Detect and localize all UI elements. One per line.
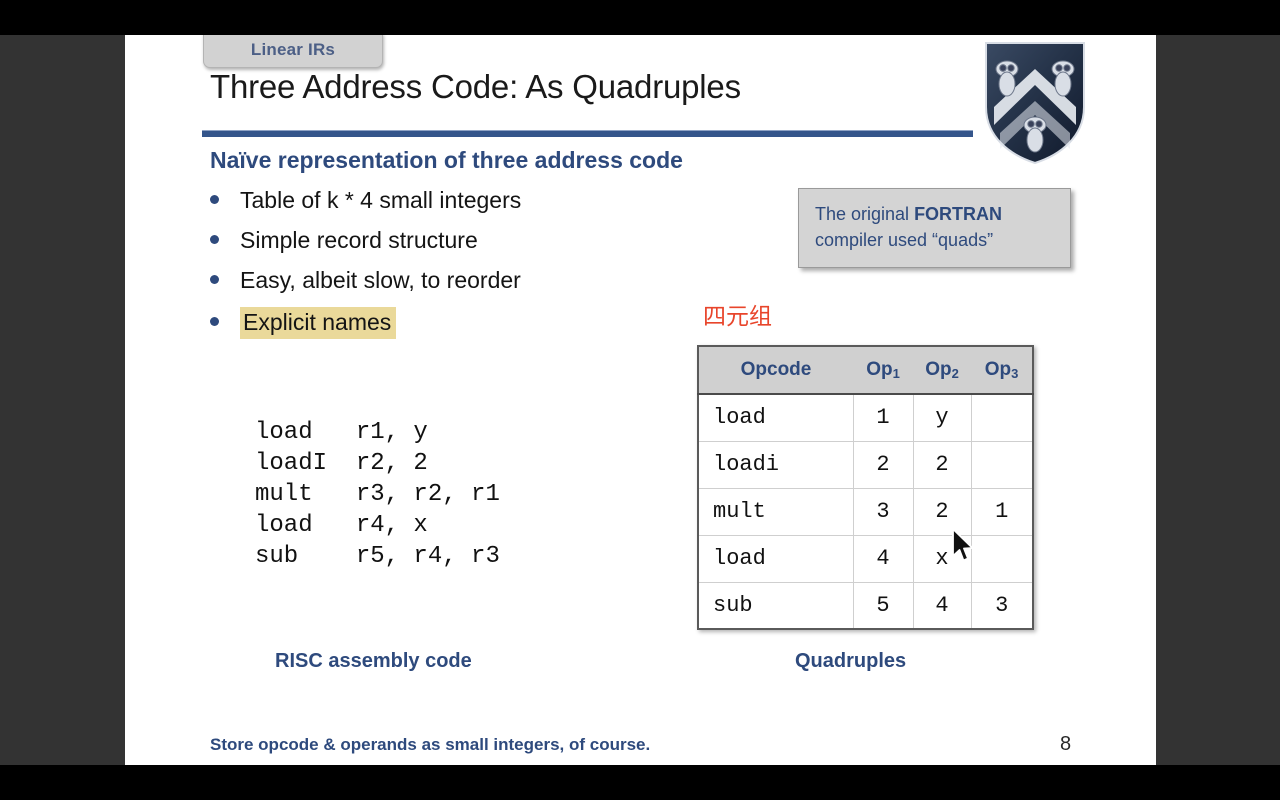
cell-opcode: sub: [698, 582, 854, 629]
risc-assembly-code-block: load r1, y loadI r2, 2 mult r3, r2, r1 l…: [255, 419, 500, 570]
bullet-list: Table of k * 4 small integers Simple rec…: [210, 187, 730, 347]
bullet-dot-icon: [210, 275, 219, 284]
cell-opcode: load: [698, 535, 854, 583]
section-tab-linear-irs[interactable]: Linear IRs: [203, 35, 383, 68]
header-text: Op: [866, 359, 893, 380]
bullet-dot-icon: [210, 235, 219, 244]
header-subscript: 1: [892, 366, 900, 381]
fortran-callout-box: The original FORTRAN compiler used “quad…: [798, 188, 1071, 269]
cell-op2: 2: [913, 488, 972, 536]
column-header-op3: Op3: [971, 346, 1033, 395]
cell-op2: 4: [913, 582, 972, 629]
slide-footer-note: Store opcode & operands as small integer…: [210, 735, 651, 754]
cell-opcode: loadi: [698, 441, 854, 489]
section-tab-label: Linear IRs: [250, 40, 336, 59]
cell-op1: 5: [853, 582, 914, 629]
section-subheading: Naïve representation of three address co…: [210, 147, 683, 173]
table-header: Opcode Op1 Op2 Op3: [698, 346, 1033, 395]
list-item: Explicit names: [210, 307, 730, 347]
title-divider-rule: [202, 130, 973, 137]
header-text: Opcode: [740, 359, 812, 380]
letterbox-bottom: [0, 765, 1280, 800]
header-text: Op: [925, 359, 952, 380]
cell-op1: 3: [853, 488, 914, 536]
table-header-row: Opcode Op1 Op2 Op3: [698, 346, 1033, 395]
slide-page-number: 8: [1060, 733, 1072, 755]
table-row: mult 3 2 1: [698, 488, 1033, 536]
cell-op1: 1: [853, 394, 914, 442]
table-row: load 1 y: [698, 394, 1033, 442]
header-subscript: 2: [951, 366, 959, 381]
callout-line2: compiler used “quads”: [815, 230, 994, 251]
bullet-label: Simple record structure: [240, 227, 478, 253]
slide-title: Three Address Code: As Quadruples: [210, 68, 741, 105]
table-row: loadi 2 2: [698, 441, 1033, 489]
bullet-dot-icon: [210, 317, 219, 326]
header-subscript: 3: [1011, 366, 1019, 381]
table-row: sub 5 4 3: [698, 582, 1033, 629]
cell-op2: y: [913, 394, 972, 442]
quadruples-table: Opcode Op1 Op2 Op3 load 1 y loadi 2 2 mu…: [697, 345, 1034, 630]
cell-opcode: mult: [698, 488, 854, 536]
chinese-annotation-quadruple: 四元组: [703, 304, 772, 330]
bullet-label: Table of k * 4 small integers: [240, 187, 522, 213]
callout-line1-prefix: The original: [815, 204, 915, 224]
cell-op2: 2: [913, 441, 972, 489]
column-header-op1: Op1: [853, 346, 913, 395]
table-body: load 1 y loadi 2 2 mult 3 2 1 load 4 x s…: [698, 394, 1033, 629]
cell-op3: [971, 535, 1033, 583]
cell-op3: [971, 394, 1033, 442]
cell-op3: 3: [995, 592, 1009, 618]
video-player-viewport: Linear IRs Three Address Code: As Quadru…: [0, 0, 1280, 800]
header-text: Op: [984, 359, 1012, 380]
list-item: Easy, albeit slow, to reorder: [210, 267, 730, 307]
cell-op1: 4: [853, 535, 914, 583]
bullet-dot-icon: [210, 195, 219, 204]
bullet-label: Easy, albeit slow, to reorder: [240, 267, 521, 293]
cell-op1: 2: [853, 441, 914, 489]
letterbox-top: [0, 0, 1280, 35]
bullet-label-highlighted: Explicit names: [240, 307, 397, 339]
rice-university-shield-logo: [980, 37, 1090, 167]
list-item: Simple record structure: [210, 227, 730, 267]
column-header-opcode: Opcode: [698, 346, 853, 395]
cell-opcode: load: [698, 394, 854, 442]
cell-op2: x: [913, 535, 972, 583]
callout-fortran-bold: FORTRAN: [914, 204, 1003, 224]
caption-risc-assembly-code: RISC assembly code: [275, 650, 472, 672]
column-header-op2: Op2: [913, 346, 971, 395]
quadruples-table-container: Opcode Op1 Op2 Op3 load 1 y loadi 2 2 mu…: [697, 345, 1034, 630]
cell-op3: [971, 441, 1033, 489]
table-row: load 4 x: [698, 535, 1033, 583]
cell-op3: 1: [971, 488, 1033, 536]
list-item: Table of k * 4 small integers: [210, 187, 730, 227]
caption-quadruples: Quadruples: [795, 650, 907, 672]
presentation-slide: Linear IRs Three Address Code: As Quadru…: [125, 35, 1156, 765]
